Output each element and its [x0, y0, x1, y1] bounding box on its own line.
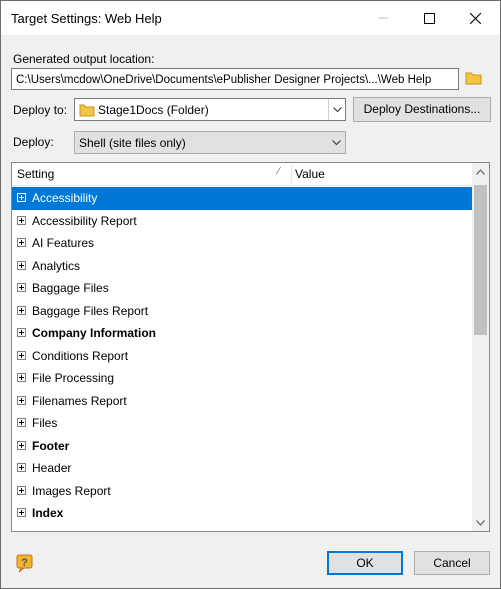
expand-plus-icon[interactable]: [17, 260, 26, 270]
expand-plus-icon[interactable]: [17, 283, 26, 292]
expand-plus-icon[interactable]: [17, 215, 26, 225]
chevron-down-icon: [328, 99, 345, 120]
deploy-to-value: Stage1Docs (Folder): [98, 103, 209, 117]
ok-button[interactable]: OK: [327, 551, 403, 575]
expand-plus-icon[interactable]: [17, 238, 26, 247]
dialog-window: Target Settings: Web Help Generated outp…: [0, 0, 501, 589]
folder-icon: [79, 104, 95, 117]
expand-plus-icon[interactable]: [17, 193, 26, 202]
settings-row-label: Filenames Report: [32, 393, 127, 408]
settings-row-label: Analytics: [32, 258, 81, 273]
close-button[interactable]: [452, 1, 498, 35]
scroll-thumb[interactable]: [474, 185, 487, 335]
help-button[interactable]: ?: [16, 553, 36, 573]
settings-row[interactable]: Analytics: [12, 255, 472, 278]
settings-row[interactable]: Header: [12, 457, 472, 480]
settings-row[interactable]: AI Features: [12, 232, 472, 255]
chevron-up-icon: [476, 168, 485, 175]
expand-plus-icon[interactable]: [17, 373, 26, 382]
maximize-icon: [423, 12, 435, 24]
settings-row-label: Images Report: [32, 483, 111, 498]
deploy-label: Deploy:: [13, 135, 54, 149]
expand-plus-icon[interactable]: [17, 485, 26, 495]
minimize-button: [360, 1, 406, 35]
output-location-label: Generated output location:: [13, 52, 155, 66]
expand-plus-icon[interactable]: [17, 463, 26, 472]
maximize-button[interactable]: [406, 1, 452, 35]
settings-row[interactable]: Baggage Files: [12, 277, 472, 300]
deploy-select[interactable]: Shell (site files only): [74, 131, 346, 154]
settings-row-label: Footer: [32, 438, 70, 453]
help-icon: ?: [16, 554, 33, 573]
expand-plus-icon[interactable]: [17, 530, 26, 531]
settings-row[interactable]: Files: [12, 412, 472, 435]
scroll-down-button[interactable]: [472, 514, 489, 531]
output-location-value: C:\Users\mcdow\OneDrive\Documents\ePubli…: [16, 74, 432, 86]
settings-row[interactable]: Company Information: [12, 322, 472, 345]
settings-row[interactable]: Accessibility: [12, 187, 472, 210]
settings-row-label: File Processing: [32, 371, 115, 385]
vertical-scrollbar[interactable]: [472, 163, 489, 531]
grid-header: Setting ⁄ Value: [12, 163, 472, 186]
settings-row[interactable]: Links: [12, 525, 472, 532]
settings-row[interactable]: Baggage Files Report: [12, 300, 472, 323]
settings-row-label: AI Features: [32, 236, 95, 250]
setting-column-header[interactable]: Setting: [17, 167, 54, 181]
settings-row[interactable]: Conditions Report: [12, 345, 472, 368]
settings-row[interactable]: Index: [12, 502, 472, 525]
deploy-to-label: Deploy to:: [13, 103, 68, 117]
title-bar: Target Settings: Web Help: [1, 1, 500, 35]
settings-row-label: Accessibility Report: [32, 213, 137, 228]
settings-row[interactable]: Images Report: [12, 480, 472, 503]
expand-plus-icon[interactable]: [17, 395, 26, 405]
column-divider[interactable]: [291, 165, 292, 183]
browse-folder-button[interactable]: [465, 70, 485, 88]
settings-row[interactable]: Filenames Report: [12, 390, 472, 413]
settings-row-label: Index: [32, 506, 64, 520]
deploy-to-select[interactable]: Stage1Docs (Folder): [74, 98, 346, 121]
cancel-button[interactable]: Cancel: [414, 551, 490, 575]
settings-row-label: Header: [32, 461, 72, 475]
expand-plus-icon[interactable]: [17, 440, 26, 450]
expand-plus-icon[interactable]: [17, 350, 26, 360]
settings-row[interactable]: Accessibility Report: [12, 210, 472, 233]
window-title: Target Settings: Web Help: [11, 11, 162, 26]
deploy-destinations-button[interactable]: Deploy Destinations...: [353, 97, 491, 122]
deploy-value: Shell (site files only): [79, 136, 186, 150]
settings-row-label: Links: [32, 529, 60, 532]
settings-row-label: Baggage Files Report: [32, 303, 149, 318]
settings-row[interactable]: File Processing: [12, 367, 472, 390]
scroll-up-button[interactable]: [472, 163, 489, 180]
settings-row-label: Accessibility: [32, 191, 98, 205]
expand-plus-icon[interactable]: [17, 418, 26, 427]
minimize-icon: [378, 17, 388, 19]
settings-rows: Accessibility Accessibility Report AI Feat…: [12, 187, 472, 532]
expand-plus-icon[interactable]: [17, 328, 26, 337]
chevron-down-icon: [476, 519, 485, 526]
output-location-field[interactable]: C:\Users\mcdow\OneDrive\Documents\ePubli…: [11, 68, 459, 90]
settings-row[interactable]: Footer: [12, 435, 472, 458]
value-column-header[interactable]: Value: [295, 167, 325, 181]
settings-row-label: Baggage Files: [32, 281, 109, 295]
settings-row-label: Company Information: [32, 326, 157, 340]
chevron-down-icon: [328, 132, 345, 153]
expand-plus-icon[interactable]: [17, 508, 26, 517]
settings-grid[interactable]: Setting ⁄ Value Accessibility Accessibili…: [11, 162, 490, 532]
close-icon: [469, 12, 481, 24]
resize-grip-icon: ⁄: [278, 166, 280, 177]
folder-icon: [465, 72, 482, 85]
svg-text:?: ?: [21, 557, 28, 569]
settings-row-label: Files: [32, 416, 58, 430]
expand-plus-icon[interactable]: [17, 305, 26, 315]
settings-row-label: Conditions Report: [32, 348, 129, 363]
